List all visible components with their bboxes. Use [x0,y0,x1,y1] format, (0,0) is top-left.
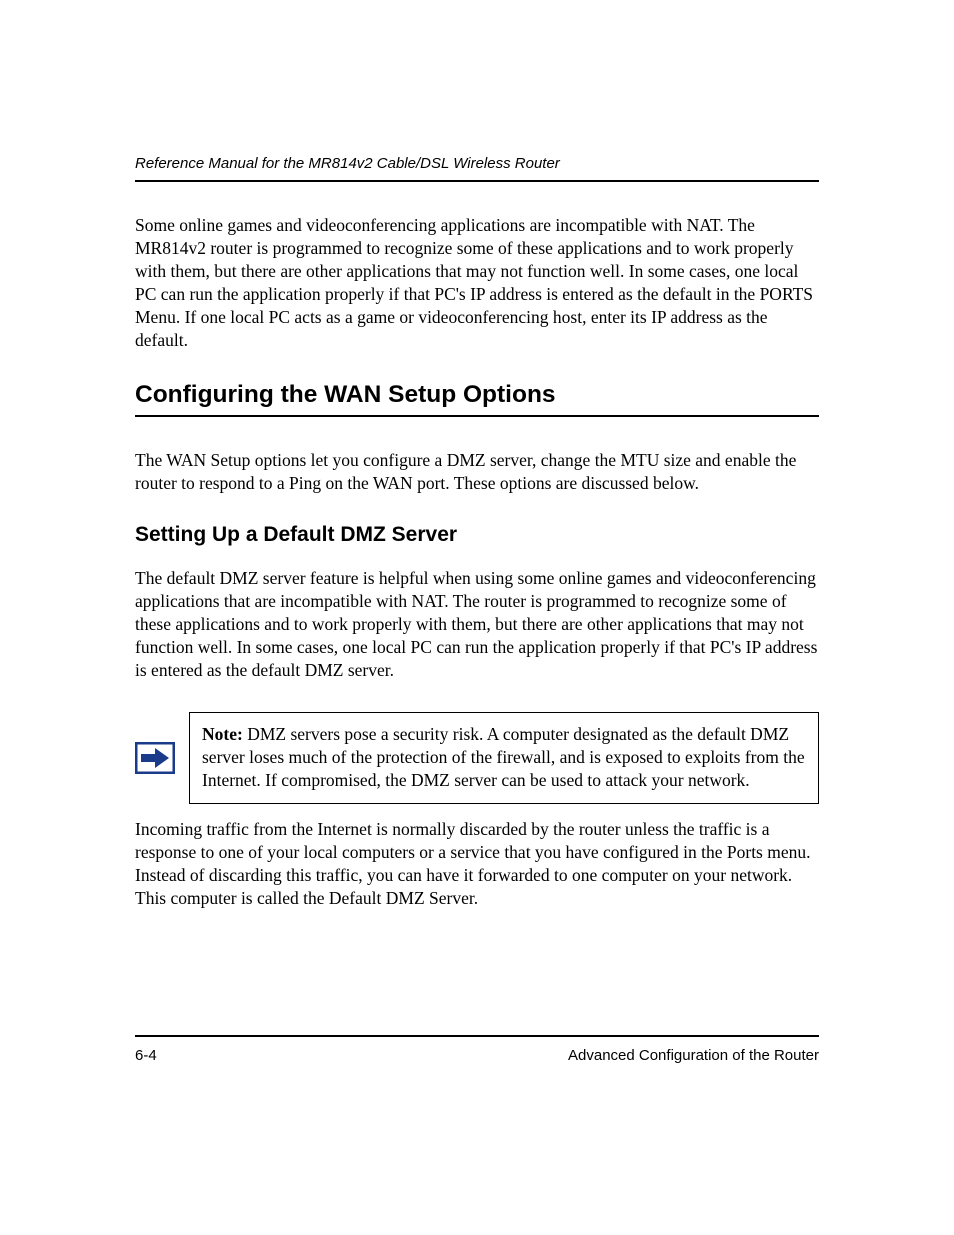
paragraph-wan-intro: The WAN Setup options let you configure … [135,449,819,495]
note-body-text: DMZ servers pose a security risk. A comp… [202,724,805,790]
footer-section-title: Advanced Configuration of the Router [568,1047,819,1064]
arrow-right-icon [135,742,175,774]
paragraph-incoming-traffic: Incoming traffic from the Internet is no… [135,818,819,910]
heading-dmz-server: Setting Up a Default DMZ Server [135,523,819,547]
note-label: Note: [202,724,243,744]
note-text-box: Note: DMZ servers pose a security risk. … [189,712,819,803]
note-callout: Note: DMZ servers pose a security risk. … [135,712,819,803]
page-number: 6-4 [135,1047,157,1064]
paragraph-dmz-intro: The default DMZ server feature is helpfu… [135,567,819,682]
running-header: Reference Manual for the MR814v2 Cable/D… [135,155,819,182]
page-footer: 6-4 Advanced Configuration of the Router [135,1035,819,1064]
paragraph-intro: Some online games and videoconferencing … [135,214,819,353]
note-icon-container [135,712,189,803]
heading-wan-setup: Configuring the WAN Setup Options [135,381,819,417]
